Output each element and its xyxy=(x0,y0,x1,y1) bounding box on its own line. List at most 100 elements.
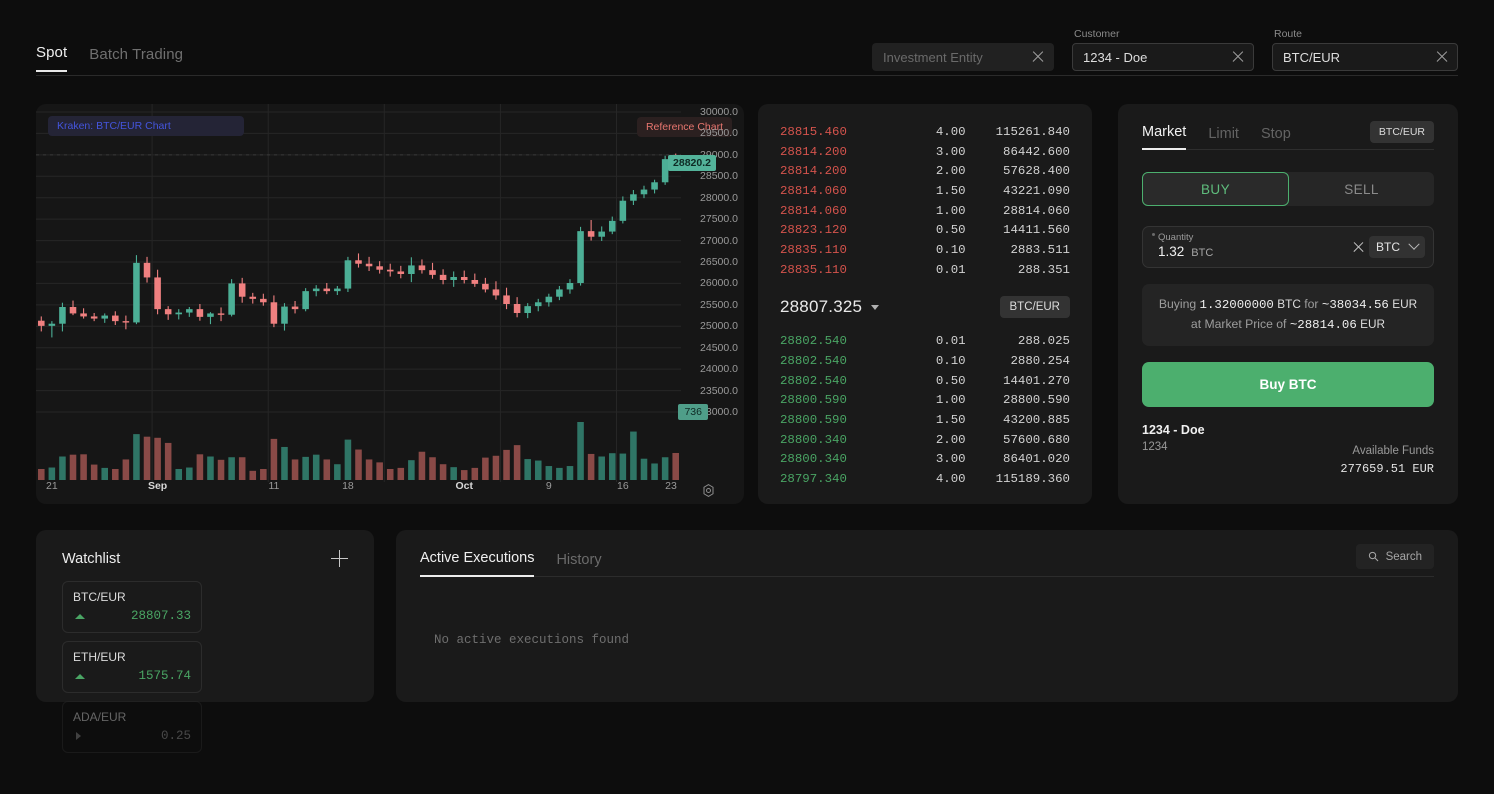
order-book-row[interactable]: 28800.3402.0057600.680 xyxy=(780,430,1070,450)
order-book-row[interactable]: 28823.1200.5014411.560 xyxy=(780,220,1070,240)
tab-stop[interactable]: Stop xyxy=(1261,126,1291,150)
close-icon[interactable] xyxy=(1231,50,1245,64)
tab-history[interactable]: History xyxy=(556,552,601,577)
order-book-total: 115189.360 xyxy=(966,472,1070,486)
price-axis-tick: 23500.0 xyxy=(700,385,738,397)
order-book-row[interactable]: 28802.5400.102880.254 xyxy=(780,351,1070,371)
price-axis-tick: 27000.0 xyxy=(700,235,738,247)
order-book-row[interactable]: 28802.5400.5014401.270 xyxy=(780,371,1070,391)
order-book-row[interactable]: 28800.3403.0086401.020 xyxy=(780,450,1070,470)
available-funds-label: Available Funds xyxy=(1352,445,1434,457)
search-button[interactable]: Search xyxy=(1356,544,1434,569)
order-book-quantity: 1.50 xyxy=(884,184,965,198)
route-field-value: BTC/EUR xyxy=(1283,50,1340,65)
close-icon[interactable] xyxy=(1435,50,1449,64)
orderbook-pair-chip[interactable]: BTC/EUR xyxy=(1000,296,1070,318)
mid-price-group[interactable]: 28807.325 xyxy=(780,297,879,317)
order-book-row[interactable]: 28800.5901.0028800.590 xyxy=(780,391,1070,411)
sell-side-button[interactable]: SELL xyxy=(1289,172,1434,206)
route-field[interactable]: BTC/EUR xyxy=(1272,43,1458,71)
order-book-total: 86401.020 xyxy=(966,452,1070,466)
close-icon[interactable] xyxy=(1352,241,1365,254)
submit-order-button[interactable]: Buy BTC xyxy=(1142,362,1434,407)
watchlist-price: 28807.33 xyxy=(131,609,191,623)
order-book-quantity: 3.00 xyxy=(884,145,965,159)
order-book-row[interactable]: 28797.3404.00115189.360 xyxy=(780,469,1070,489)
order-book-quantity: 4.00 xyxy=(884,125,965,139)
trading-app: Spot Batch Trading Investment Entity Cus… xyxy=(0,0,1494,794)
order-book-price: 28802.540 xyxy=(780,354,884,368)
time-axis-tick: 9 xyxy=(546,480,552,492)
account-id: 1234 xyxy=(1142,441,1168,453)
order-book-row[interactable]: 28835.1100.01288.351 xyxy=(780,260,1070,280)
order-book-price: 28800.340 xyxy=(780,452,884,466)
order-book-row[interactable]: 28814.0601.5043221.090 xyxy=(780,181,1070,201)
order-book-row[interactable]: 28814.0601.0028814.060 xyxy=(780,201,1070,221)
watchlist-price: 1575.74 xyxy=(138,669,191,683)
order-book-total: 86442.600 xyxy=(966,145,1070,159)
order-book-row[interactable]: 28835.1100.102883.511 xyxy=(780,240,1070,260)
watchlist-item[interactable]: BTC/EUR 28807.33 xyxy=(62,581,202,633)
tab-active-executions[interactable]: Active Executions xyxy=(420,550,534,577)
tab-market[interactable]: Market xyxy=(1142,124,1186,150)
close-icon[interactable] xyxy=(1031,50,1045,64)
time-axis-tick: 21 xyxy=(46,480,58,492)
order-book-quantity: 2.00 xyxy=(884,433,965,447)
order-book-row[interactable]: 28815.4604.00115261.840 xyxy=(780,122,1070,142)
tab-spot[interactable]: Spot xyxy=(36,44,67,72)
order-book-quantity: 1.00 xyxy=(884,204,965,218)
summary-cost-unit: EUR xyxy=(1392,297,1417,311)
chart-plot[interactable] xyxy=(36,104,681,482)
tab-limit[interactable]: Limit xyxy=(1208,126,1239,150)
main-tabs: Spot Batch Trading xyxy=(36,44,183,72)
route-field-group: Route BTC/EUR xyxy=(1272,28,1458,71)
order-book-bids: 28802.5400.01288.02528802.5400.102880.25… xyxy=(780,332,1070,490)
account-info: 1234 - Doe 1234 Available Funds 277659.5… xyxy=(1142,423,1434,476)
watchlist-item[interactable]: ADA/EUR0.25 xyxy=(62,701,202,753)
search-icon xyxy=(1368,551,1379,562)
price-chart-panel[interactable]: Kraken: BTC/EUR Chart Reference Chart 30… xyxy=(36,104,744,504)
watchlist-symbol: ETH/EUR xyxy=(73,650,191,664)
order-book-quantity: 0.10 xyxy=(884,354,965,368)
arrow-up-icon xyxy=(75,614,85,619)
order-book-price: 28814.200 xyxy=(780,145,884,159)
quantity-input[interactable]: Quantity 1.32 BTC BTC xyxy=(1142,226,1434,268)
order-book-price: 28797.340 xyxy=(780,472,884,486)
order-book-total: 43221.090 xyxy=(966,184,1070,198)
order-book-price: 28802.540 xyxy=(780,334,884,348)
price-axis-tick: 25500.0 xyxy=(700,299,738,311)
buy-side-button[interactable]: BUY xyxy=(1142,172,1289,206)
order-book-total: 14401.270 xyxy=(966,374,1070,388)
summary-amount: 1.32000000 xyxy=(1200,298,1274,312)
summary-price-unit: EUR xyxy=(1360,317,1385,331)
top-divider xyxy=(36,75,1458,76)
watchlist-item[interactable]: ETH/EUR 1575.74 xyxy=(62,641,202,693)
time-axis: 21Sep1118Oct91623 xyxy=(36,480,681,498)
order-type-tabs: Market Limit Stop BTC/EUR xyxy=(1142,124,1434,150)
order-book-price: 28815.460 xyxy=(780,125,884,139)
summary-amount-unit: BTC xyxy=(1277,297,1301,311)
ticket-pair-chip[interactable]: BTC/EUR xyxy=(1370,121,1434,143)
order-book-quantity: 1.50 xyxy=(884,413,965,427)
currency-select[interactable]: BTC xyxy=(1369,236,1425,258)
customer-field[interactable]: 1234 - Doe xyxy=(1072,43,1254,71)
watchlist-symbol: BTC/EUR xyxy=(73,590,191,604)
price-axis-tick: 28500.0 xyxy=(700,170,738,182)
order-book-row[interactable]: 28814.2002.0057628.400 xyxy=(780,161,1070,181)
order-book-price: 28800.590 xyxy=(780,393,884,407)
entity-field[interactable]: Investment Entity xyxy=(872,43,1054,71)
tab-batch-trading[interactable]: Batch Trading xyxy=(89,46,183,72)
plus-icon[interactable] xyxy=(331,550,348,567)
order-book-row[interactable]: 28800.5901.5043200.885 xyxy=(780,410,1070,430)
gear-icon[interactable] xyxy=(701,483,716,498)
order-book-total: 57628.400 xyxy=(966,164,1070,178)
order-book-price: 28802.540 xyxy=(780,374,884,388)
time-axis-tick: Oct xyxy=(455,480,473,492)
quantity-value: 1.32 xyxy=(1158,244,1184,259)
account-name: 1234 - Doe xyxy=(1142,423,1434,437)
order-book-row[interactable]: 28814.2003.0086442.600 xyxy=(780,142,1070,162)
chevron-down-icon[interactable] xyxy=(871,305,879,310)
order-book-row[interactable]: 28802.5400.01288.025 xyxy=(780,332,1070,352)
quantity-unit: BTC xyxy=(1191,247,1213,259)
order-book-price: 28835.110 xyxy=(780,263,884,277)
